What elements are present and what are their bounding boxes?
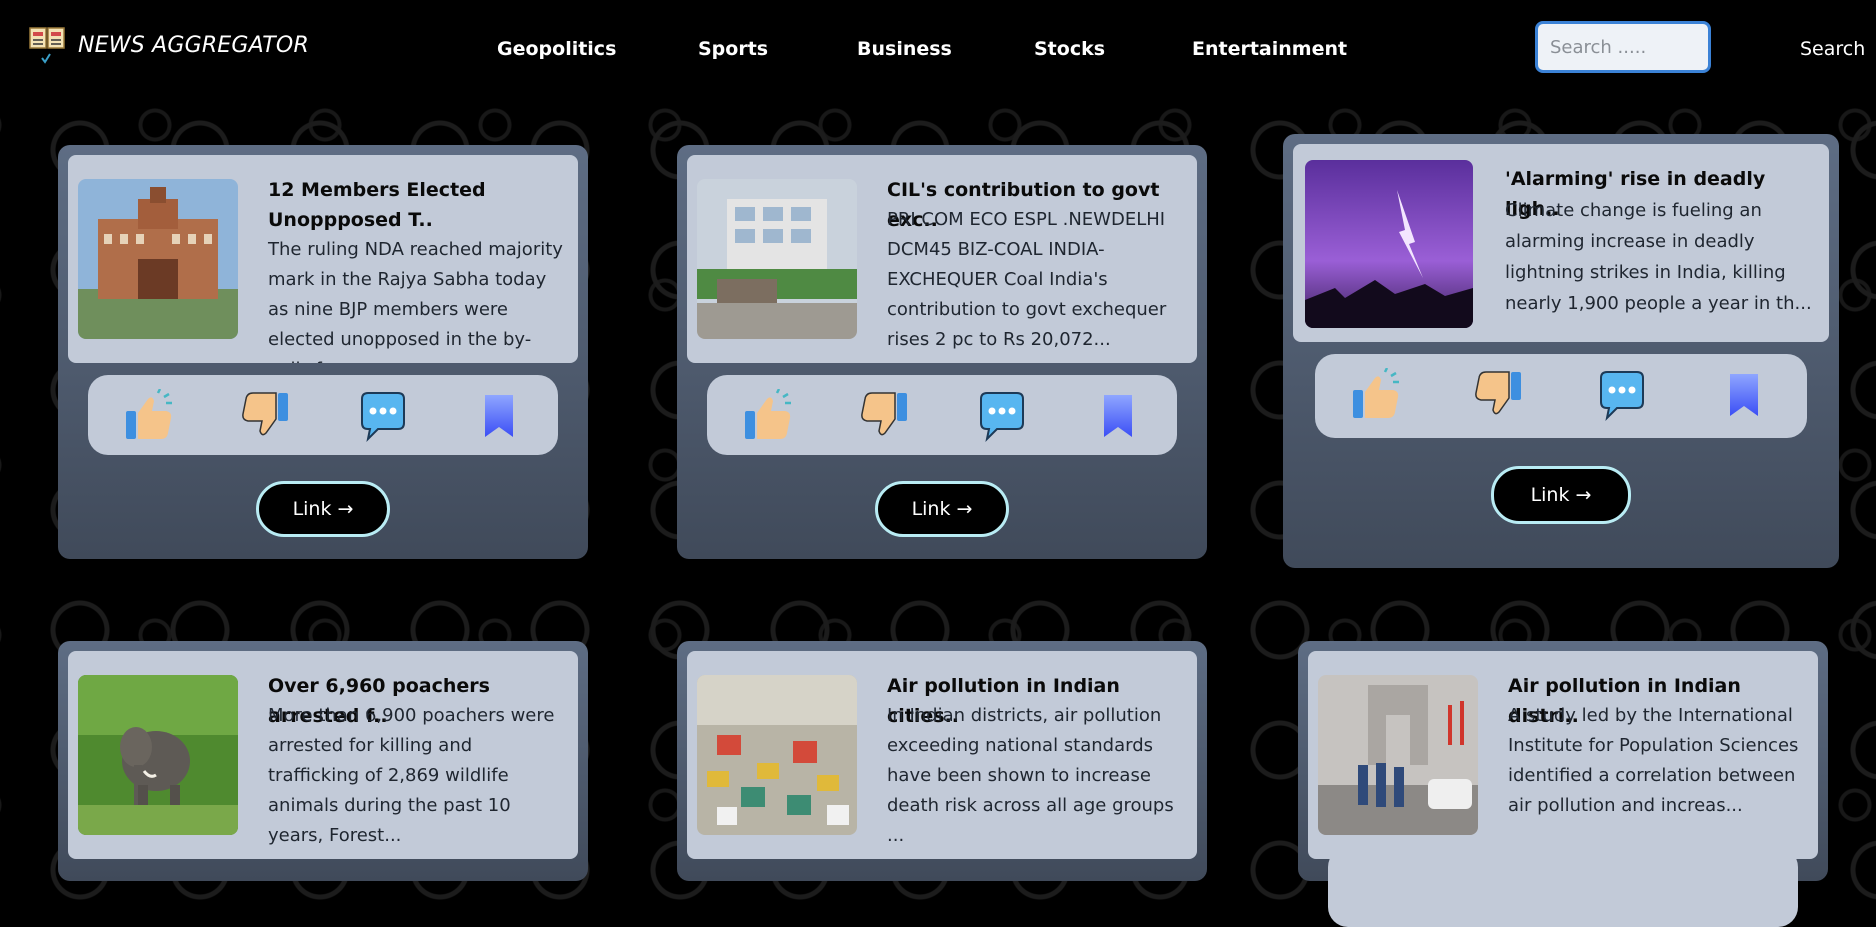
card-actions <box>1328 847 1798 927</box>
card-actions <box>707 375 1177 455</box>
comment-icon[interactable] <box>975 389 1029 443</box>
news-description: More than 6,900 poachers were arrested f… <box>268 705 555 846</box>
news-card: 'Alarming' rise in deadly ligh.. Climate… <box>1283 134 1839 568</box>
news-thumbnail[interactable] <box>78 179 238 339</box>
brand[interactable]: NEWS AGGREGATOR <box>28 24 309 66</box>
news-description: In Indian districts, air pollution excee… <box>887 705 1174 846</box>
like-icon[interactable] <box>122 389 176 443</box>
news-card: Air pollution in Indian cities.. In Indi… <box>677 641 1207 881</box>
like-icon[interactable] <box>741 389 795 443</box>
link-button[interactable]: Link → <box>256 481 390 537</box>
link-button[interactable]: Link → <box>1491 466 1631 524</box>
news-thumbnail[interactable] <box>78 675 238 835</box>
nav-business[interactable]: Business <box>857 38 952 60</box>
brand-name: NEWS AGGREGATOR <box>78 32 309 58</box>
newspaper-logo-icon <box>29 27 65 64</box>
comment-icon[interactable] <box>1595 368 1649 422</box>
like-icon[interactable] <box>1349 368 1403 422</box>
news-card: 12 Members Elected Unoppposed T.. The ru… <box>58 145 588 559</box>
search-button[interactable]: Search <box>1800 38 1865 60</box>
card-content: 'Alarming' rise in deadly ligh.. Climate… <box>1293 144 1829 342</box>
news-card: Air pollution in Indian distri.. A study… <box>1298 641 1828 927</box>
nav-sports[interactable]: Sports <box>698 38 768 60</box>
card-content: Over 6,960 poachers arrested f.. More th… <box>68 651 578 859</box>
navbar: NEWS AGGREGATOR Geopolitics Sports Busin… <box>0 0 1876 100</box>
card-content: Air pollution in Indian distri.. A study… <box>1308 651 1818 859</box>
comment-icon[interactable] <box>356 389 410 443</box>
news-description: PRI COM ECO ESPL .NEWDELHI DCM45 BIZ-COA… <box>887 209 1167 350</box>
card-content: Air pollution in Indian cities.. In Indi… <box>687 651 1197 859</box>
news-card: Over 6,960 poachers arrested f.. More th… <box>58 641 588 881</box>
nav-stocks[interactable]: Stocks <box>1034 38 1105 60</box>
bookmark-icon[interactable] <box>1717 368 1771 422</box>
nav-entertainment[interactable]: Entertainment <box>1192 38 1347 60</box>
news-card: CIL's contribution to govt exc.. PRI COM… <box>677 145 1207 559</box>
link-button[interactable]: Link → <box>875 481 1009 537</box>
news-thumbnail[interactable] <box>697 675 857 835</box>
card-content: 12 Members Elected Unoppposed T.. The ru… <box>68 155 578 363</box>
search-input[interactable] <box>1535 21 1711 73</box>
news-thumbnail[interactable] <box>1305 160 1473 328</box>
dislike-icon[interactable] <box>238 389 292 443</box>
news-thumbnail[interactable] <box>697 179 857 339</box>
bookmark-icon[interactable] <box>472 389 526 443</box>
card-actions <box>1315 354 1807 438</box>
bookmark-icon[interactable] <box>1091 389 1145 443</box>
dislike-icon[interactable] <box>1471 368 1525 422</box>
news-title[interactable]: 12 Members Elected Unoppposed T.. <box>268 175 564 235</box>
news-thumbnail[interactable] <box>1318 675 1478 835</box>
news-description: A study led by the International Institu… <box>1508 705 1799 816</box>
card-content: CIL's contribution to govt exc.. PRI COM… <box>687 155 1197 363</box>
news-description: Climate change is fueling an alarming in… <box>1505 200 1812 314</box>
news-description: The ruling NDA reached majority mark in … <box>268 239 563 363</box>
nav-geopolitics[interactable]: Geopolitics <box>497 38 616 60</box>
card-actions <box>88 375 558 455</box>
dislike-icon[interactable] <box>857 389 911 443</box>
